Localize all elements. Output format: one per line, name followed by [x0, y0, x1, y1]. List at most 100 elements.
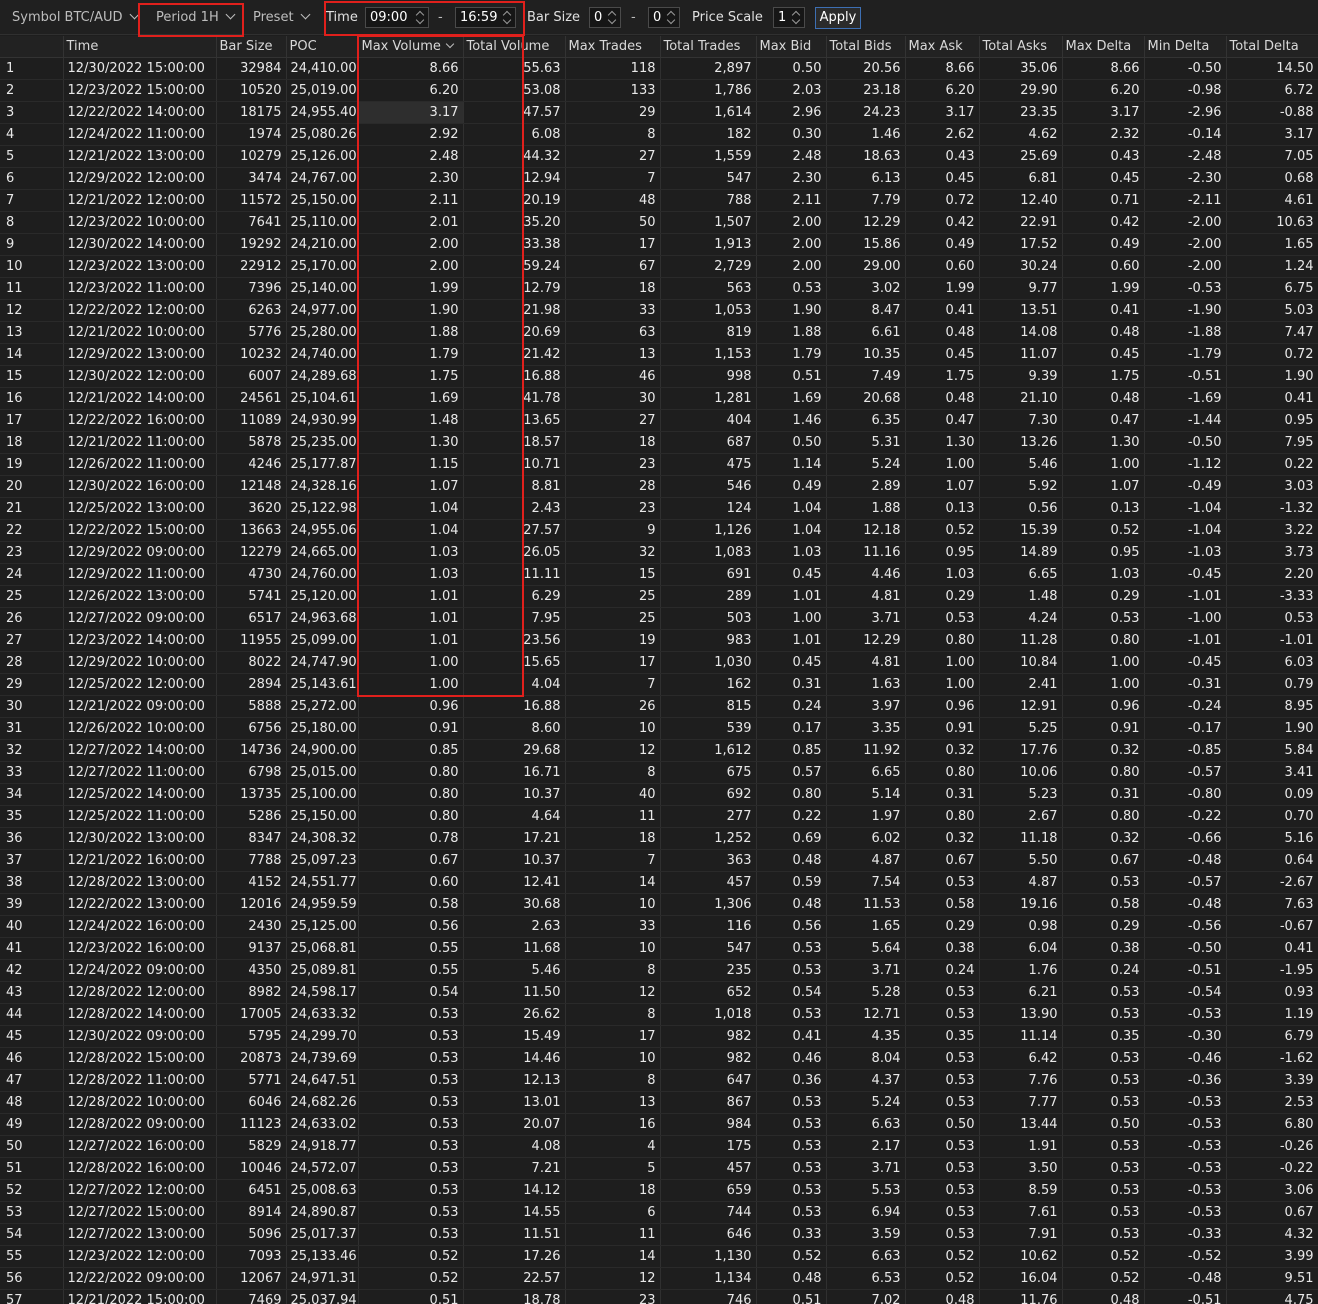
table-row[interactable]: 44 12/28/2022 14:00:00 17005 24,633.32 0.53 2…	[0, 1003, 1318, 1026]
table-row[interactable]: 28 12/29/2022 10:00:00 8022 24,747.90 1.00 15…	[0, 651, 1318, 674]
table-row[interactable]: 16 12/21/2022 14:00:00 24561 25,104.61 1.69 4…	[0, 387, 1318, 410]
symbol-dropdown[interactable]: Symbol BTC/AUD	[12, 0, 139, 35]
table-row[interactable]: 47 12/28/2022 11:00:00 5771 24,647.51 0.53 12…	[0, 1069, 1318, 1092]
table-row[interactable]: 32 12/27/2022 14:00:00 14736 24,900.00 0.85 2…	[0, 739, 1318, 762]
column-header-max-trades[interactable]: Max Trades	[565, 36, 661, 58]
barsize-to-input[interactable]: 0	[648, 7, 680, 28]
table-row[interactable]: 12 12/22/2022 12:00:00 6263 24,977.00 1.90 21…	[0, 299, 1318, 322]
table-row[interactable]: 42 12/24/2022 09:00:00 4350 25,089.81 0.55 5.…	[0, 959, 1318, 982]
table-row[interactable]: 43 12/28/2022 12:00:00 8982 24,598.17 0.54 11…	[0, 981, 1318, 1004]
table-row[interactable]: 53 12/27/2022 15:00:00 8914 24,890.87 0.53 14…	[0, 1201, 1318, 1224]
table-row[interactable]: 6 12/29/2022 12:00:00 3474 24,767.00 2.30 12.…	[0, 167, 1318, 190]
column-header-poc[interactable]: POC	[286, 36, 359, 58]
table-row[interactable]: 38 12/28/2022 13:00:00 4152 24,551.77 0.60 12…	[0, 871, 1318, 894]
table-row[interactable]: 30 12/21/2022 09:00:00 5888 25,272.00 0.96 16…	[0, 695, 1318, 718]
column-header-time[interactable]: Time	[63, 36, 217, 58]
table-cell: 25,015.00	[286, 761, 359, 784]
column-header-max-ask[interactable]: Max Ask	[905, 36, 980, 58]
table-row[interactable]: 24 12/29/2022 11:00:00 4730 24,760.00 1.03 11…	[0, 563, 1318, 586]
table-row[interactable]: 55 12/23/2022 12:00:00 7093 25,133.46 0.52 17…	[0, 1245, 1318, 1268]
table-row[interactable]: 8 12/23/2022 10:00:00 7641 25,110.00 2.01 35.…	[0, 211, 1318, 234]
spin-down-icon[interactable]	[415, 15, 425, 26]
table-row[interactable]: 57 12/21/2022 15:00:00 7469 25,037.94 0.51 18…	[0, 1289, 1318, 1304]
table-row[interactable]: 46 12/28/2022 15:00:00 20873 24,739.69 0.53 1…	[0, 1047, 1318, 1070]
column-header-total-volume[interactable]: Total Volume	[463, 36, 566, 58]
table-row[interactable]: 29 12/25/2022 12:00:00 2894 25,143.61 1.00 4.…	[0, 673, 1318, 696]
table-row[interactable]: 41 12/23/2022 16:00:00 9137 25,068.81 0.55 11…	[0, 937, 1318, 960]
table-row[interactable]: 31 12/26/2022 10:00:00 6756 25,180.00 0.91 8.…	[0, 717, 1318, 740]
table-row[interactable]: 54 12/27/2022 13:00:00 5096 25,017.37 0.53 11…	[0, 1223, 1318, 1246]
table-row[interactable]: 45 12/30/2022 09:00:00 5795 24,299.70 0.53 15…	[0, 1025, 1318, 1048]
table-row[interactable]: 34 12/25/2022 14:00:00 13735 25,100.00 0.80 1…	[0, 783, 1318, 806]
table-row[interactable]: 51 12/28/2022 16:00:00 10046 24,572.07 0.53 7…	[0, 1157, 1318, 1180]
table-row[interactable]: 56 12/22/2022 09:00:00 12067 24,971.31 0.52 2…	[0, 1267, 1318, 1290]
table-cell: 0.45	[1062, 167, 1145, 190]
table-row[interactable]: 17 12/22/2022 16:00:00 11089 24,930.99 1.48 1…	[0, 409, 1318, 432]
time-to-input[interactable]: 16:59	[455, 7, 516, 28]
table-cell: 0.55	[358, 959, 464, 982]
spin-down-icon[interactable]	[502, 15, 512, 26]
column-header-total-trades[interactable]: Total Trades	[660, 36, 757, 58]
table-row[interactable]: 10 12/23/2022 13:00:00 22912 25,170.00 2.00 5…	[0, 255, 1318, 278]
barsize-from-input[interactable]: 0	[589, 7, 621, 28]
spin-down-icon[interactable]	[791, 15, 801, 26]
column-header-index[interactable]	[0, 36, 64, 58]
spin-down-icon[interactable]	[666, 15, 676, 26]
table-row[interactable]: 7 12/21/2022 12:00:00 11572 25,150.00 2.11 20…	[0, 189, 1318, 212]
table-row[interactable]: 22 12/22/2022 15:00:00 13663 24,955.06 1.04 2…	[0, 519, 1318, 542]
table-row[interactable]: 11 12/23/2022 11:00:00 7396 25,140.00 1.99 12…	[0, 277, 1318, 300]
table-row[interactable]: 1 12/30/2022 15:00:00 32984 24,410.00 8.66 55…	[0, 57, 1318, 80]
table-row[interactable]: 2 12/23/2022 15:00:00 10520 25,019.00 6.20 53…	[0, 79, 1318, 102]
table-row[interactable]: 19 12/26/2022 11:00:00 4246 25,177.87 1.15 10…	[0, 453, 1318, 476]
table-row[interactable]: 39 12/22/2022 13:00:00 12016 24,959.59 0.58 3…	[0, 893, 1318, 916]
column-header-total-asks[interactable]: Total Asks	[979, 36, 1063, 58]
preset-dropdown[interactable]: Preset	[253, 0, 310, 35]
table-row[interactable]: 4 12/24/2022 11:00:00 1974 25,080.26 2.92 6.0…	[0, 123, 1318, 146]
table-row[interactable]: 21 12/25/2022 13:00:00 3620 25,122.98 1.04 2.…	[0, 497, 1318, 520]
time-from-input[interactable]: 09:00	[365, 7, 429, 28]
table-row[interactable]: 15 12/30/2022 12:00:00 6007 24,289.68 1.75 16…	[0, 365, 1318, 388]
table-cell: 815	[660, 695, 757, 718]
table-cell: 47	[0, 1069, 64, 1092]
table-row[interactable]: 23 12/29/2022 09:00:00 12279 24,665.00 1.03 2…	[0, 541, 1318, 564]
table-row[interactable]: 49 12/28/2022 09:00:00 11123 24,633.02 0.53 2…	[0, 1113, 1318, 1136]
table-cell: 13	[0, 321, 64, 344]
table-row[interactable]: 50 12/27/2022 16:00:00 5829 24,918.77 0.53 4.…	[0, 1135, 1318, 1158]
table-cell: 982	[660, 1047, 757, 1070]
table-row[interactable]: 48 12/28/2022 10:00:00 6046 24,682.26 0.53 13…	[0, 1091, 1318, 1114]
table-row[interactable]: 3 12/22/2022 14:00:00 18175 24,955.40 3.17 47…	[0, 101, 1318, 124]
table-row[interactable]: 35 12/25/2022 11:00:00 5286 25,150.00 0.80 4.…	[0, 805, 1318, 828]
table-row[interactable]: 25 12/26/2022 13:00:00 5741 25,120.00 1.01 6.…	[0, 585, 1318, 608]
table-cell: 8.66	[1062, 57, 1145, 80]
pricescale-input[interactable]: 1	[773, 7, 805, 28]
column-header-max-delta[interactable]: Max Delta	[1062, 36, 1145, 58]
table-row[interactable]: 33 12/27/2022 11:00:00 6798 25,015.00 0.80 16…	[0, 761, 1318, 784]
table-row[interactable]: 13 12/21/2022 10:00:00 5776 25,280.00 1.88 20…	[0, 321, 1318, 344]
table-cell: 0.31	[905, 783, 980, 806]
table-row[interactable]: 26 12/27/2022 09:00:00 6517 24,963.68 1.01 7.…	[0, 607, 1318, 630]
column-header-max-volume[interactable]: Max Volume	[358, 36, 464, 58]
table-row[interactable]: 27 12/23/2022 14:00:00 11955 25,099.00 1.01 2…	[0, 629, 1318, 652]
spin-down-icon[interactable]	[607, 15, 617, 26]
table-row[interactable]: 36 12/30/2022 13:00:00 8347 24,308.32 0.78 17…	[0, 827, 1318, 850]
table-row[interactable]: 20 12/30/2022 16:00:00 12148 24,328.16 1.07 8…	[0, 475, 1318, 498]
table-row[interactable]: 5 12/21/2022 13:00:00 10279 25,126.00 2.48 44…	[0, 145, 1318, 168]
table-cell: 5.46	[463, 959, 566, 982]
table-row[interactable]: 40 12/24/2022 16:00:00 2430 25,125.00 0.56 2.…	[0, 915, 1318, 938]
column-header-max-bid[interactable]: Max Bid	[756, 36, 827, 58]
column-header-min-delta[interactable]: Min Delta	[1144, 36, 1227, 58]
table-cell: 13663	[216, 519, 287, 542]
column-header-bar-size[interactable]: Bar Size	[216, 36, 287, 58]
table-cell: 25	[565, 607, 661, 630]
table-row[interactable]: 52 12/27/2022 12:00:00 6451 25,008.63 0.53 14…	[0, 1179, 1318, 1202]
table-row[interactable]: 37 12/21/2022 16:00:00 7788 25,097.23 0.67 10…	[0, 849, 1318, 872]
table-cell: 8.59	[979, 1179, 1063, 1202]
table-cell: 0.53	[756, 937, 827, 960]
apply-button[interactable]: Apply	[815, 7, 861, 29]
column-header-total-delta[interactable]: Total Delta	[1226, 36, 1318, 58]
table-row[interactable]: 18 12/21/2022 11:00:00 5878 25,235.00 1.30 18…	[0, 431, 1318, 454]
period-dropdown[interactable]: Period 1H	[156, 0, 236, 35]
table-row[interactable]: 14 12/29/2022 13:00:00 10232 24,740.00 1.79 2…	[0, 343, 1318, 366]
table-row[interactable]: 9 12/30/2022 14:00:00 19292 24,210.00 2.00 33…	[0, 233, 1318, 256]
column-header-total-bids[interactable]: Total Bids	[826, 36, 906, 58]
